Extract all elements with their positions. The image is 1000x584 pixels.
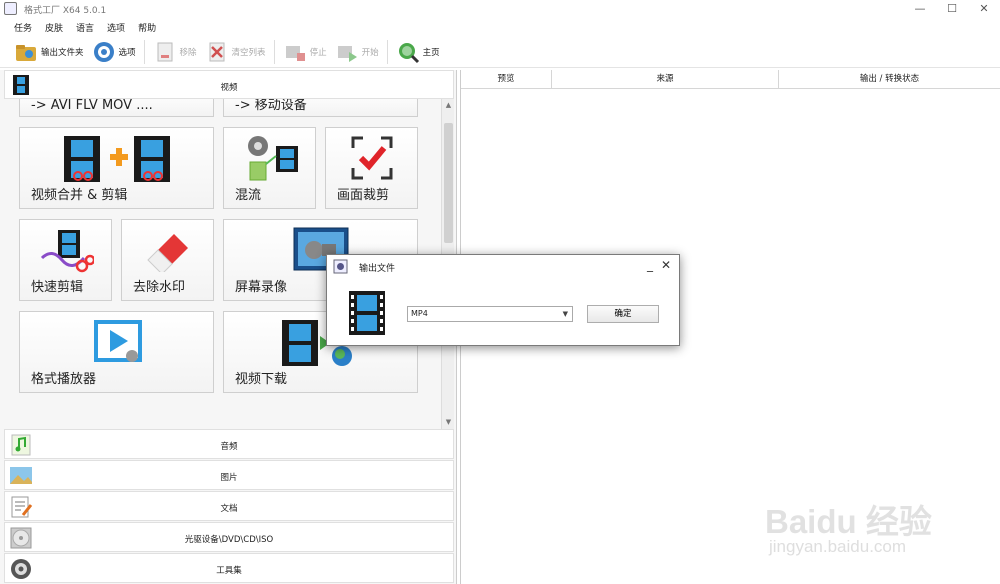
- tile-avi-flv-mov[interactable]: -> AVI FLV MOV ....: [19, 99, 214, 117]
- tile-label: -> 移动设备: [235, 99, 307, 113]
- baidu-watermark: Baidu 经验 jingyan.baidu.com: [765, 473, 995, 581]
- crop-check-icon: [351, 136, 393, 180]
- tile-label: 去除水印: [133, 280, 186, 295]
- player-icon: [94, 320, 142, 362]
- toolbar-divider: [386, 39, 388, 64]
- output-file-dialog: 输出文件 _ ✕ MP4 ▼ 确定: [326, 254, 680, 346]
- category-label: 音频: [220, 442, 238, 452]
- category-picture[interactable]: 图片: [4, 460, 454, 490]
- eraser-icon: [147, 234, 188, 272]
- tile-remove-watermark[interactable]: 去除水印: [121, 219, 214, 301]
- tile-label: 混流: [235, 188, 262, 203]
- category-label: 图片: [220, 473, 238, 483]
- category-tools[interactable]: 工具集: [4, 553, 454, 583]
- remove-button[interactable]: 移除: [149, 38, 201, 66]
- toolbar-divider: [273, 39, 275, 64]
- category-label: 文档: [220, 504, 238, 514]
- stop-button[interactable]: 停止: [279, 38, 331, 66]
- category-label: 光驱设备\DVD\CD\ISO: [184, 535, 274, 545]
- options-button[interactable]: 选项: [88, 38, 140, 66]
- toolbar: 输出文件夹 选项 移除 清空列表 停止 开始 主页: [0, 36, 1000, 68]
- window-title: 格式工厂 X64 5.0.1: [24, 6, 107, 16]
- tile-mobile-device[interactable]: -> 移动设备: [223, 99, 418, 117]
- tile-label: 快速剪辑: [31, 280, 84, 295]
- title-bar: 格式工厂 X64 5.0.1 — ☐ ✕: [0, 0, 1000, 18]
- watermark-url: jingyan.baidu.com: [769, 537, 907, 556]
- menu-task[interactable]: 任务: [14, 21, 32, 34]
- tile-label: 屏幕录像: [235, 280, 288, 295]
- start-icon: [337, 45, 357, 62]
- stop-label: 停止: [309, 47, 327, 58]
- output-format-select[interactable]: MP4 ▼: [407, 306, 573, 322]
- column-source[interactable]: 来源: [552, 70, 779, 89]
- stop-icon: [285, 45, 305, 61]
- clear-list-icon: [209, 42, 225, 61]
- clear-list-label: 清空列表: [231, 47, 266, 58]
- tile-label: 视频合并 & 剪辑: [31, 188, 128, 203]
- folder-icon: [16, 44, 36, 61]
- document-remove-icon: [157, 42, 173, 61]
- output-folder-button[interactable]: 输出文件夹: [10, 38, 88, 66]
- tile-mux[interactable]: 混流: [223, 127, 316, 209]
- output-folder-label: 输出文件夹: [41, 47, 84, 58]
- column-output-status[interactable]: 输出 / 转换状态: [779, 70, 1000, 89]
- tile-video-merge[interactable]: 视频合并 & 剪辑: [19, 127, 214, 209]
- mux-icon: [248, 136, 298, 181]
- app-icon: [4, 2, 17, 15]
- video-section-label: 视频: [220, 83, 238, 93]
- quick-cut-icon: [40, 230, 94, 273]
- film-icon: [349, 291, 385, 335]
- video-merge-icon: [64, 136, 170, 182]
- start-button[interactable]: 开始: [331, 38, 383, 66]
- category-document[interactable]: 文档: [4, 491, 454, 521]
- tile-format-player[interactable]: 格式播放器: [19, 311, 214, 393]
- tile-quick-cut[interactable]: 快速剪辑: [19, 219, 112, 301]
- clear-list-button[interactable]: 清空列表: [201, 38, 270, 66]
- column-preview[interactable]: 预览: [461, 70, 552, 89]
- tile-crop[interactable]: 画面裁剪: [325, 127, 418, 209]
- video-section-header[interactable]: 视频: [4, 70, 454, 99]
- category-audio[interactable]: 音频: [4, 429, 454, 459]
- menu-bar: 任务 皮肤 语言 选项 帮助: [0, 18, 1000, 36]
- category-disc[interactable]: 光驱设备\DVD\CD\ISO: [4, 522, 454, 552]
- maximize-button[interactable]: ☐: [938, 0, 966, 18]
- menu-language[interactable]: 语言: [76, 21, 94, 34]
- tile-label: 画面裁剪: [337, 188, 390, 203]
- home-globe-icon: [398, 42, 419, 63]
- category-label: 工具集: [216, 566, 242, 576]
- ok-button[interactable]: 确定: [587, 305, 659, 323]
- menu-options[interactable]: 选项: [107, 21, 125, 34]
- scroll-thumb[interactable]: [444, 123, 453, 243]
- home-label: 主页: [422, 47, 440, 58]
- start-label: 开始: [361, 47, 379, 58]
- output-format-value: MP4: [411, 309, 428, 318]
- dialog-minimize-button[interactable]: _: [647, 258, 653, 272]
- close-button[interactable]: ✕: [970, 0, 998, 18]
- tile-label: -> AVI FLV MOV ....: [31, 99, 153, 113]
- scroll-up-arrow-icon[interactable]: ▲: [444, 101, 453, 110]
- chevron-down-icon: ▼: [562, 310, 568, 318]
- dialog-close-button[interactable]: ✕: [661, 258, 671, 272]
- minimize-button[interactable]: —: [906, 0, 934, 18]
- dialog-app-icon: [333, 259, 348, 274]
- dialog-title-bar: 输出文件 _ ✕: [327, 255, 679, 277]
- options-label: 选项: [118, 47, 136, 58]
- menu-skin[interactable]: 皮肤: [45, 21, 63, 34]
- tile-label: 格式播放器: [31, 372, 97, 387]
- menu-help[interactable]: 帮助: [138, 21, 156, 34]
- watermark-brand: Baidu 经验: [765, 503, 932, 540]
- gear-icon: [93, 41, 114, 62]
- remove-label: 移除: [179, 47, 197, 58]
- toolbar-divider: [143, 39, 145, 64]
- home-button[interactable]: 主页: [392, 38, 444, 66]
- tile-label: 视频下载: [235, 372, 288, 387]
- scroll-down-arrow-icon[interactable]: ▼: [444, 418, 453, 427]
- dialog-title: 输出文件: [359, 264, 396, 274]
